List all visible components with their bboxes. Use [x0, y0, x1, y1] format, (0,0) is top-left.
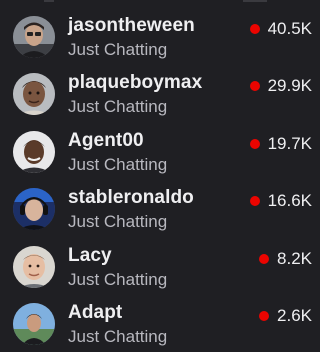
avatar-photo-icon: [13, 130, 55, 173]
live-dot-icon: [259, 310, 270, 321]
viewer-count: 29.9K: [249, 76, 312, 96]
avatar[interactable]: [13, 16, 55, 58]
channel-row-stableronaldo[interactable]: stableronaldo Just Chatting 16.6K: [0, 180, 319, 237]
viewer-count-value: 40.5K: [267, 19, 312, 38]
previous-item-fragment: [44, 0, 54, 2]
channel-row-lacy[interactable]: Lacy Just Chatting 8.2K: [0, 238, 319, 295]
avatar-photo-icon: [13, 188, 55, 231]
viewer-count-value: 16.6K: [267, 191, 312, 211]
live-dot-icon: [249, 196, 260, 207]
channel-name[interactable]: stableronaldo: [68, 187, 194, 209]
channel-name[interactable]: Agent00: [68, 130, 144, 152]
live-dot-icon: [249, 81, 260, 92]
channel-name[interactable]: plaqueboymax: [68, 72, 202, 94]
viewer-count: 2.6K: [259, 306, 312, 326]
channel-row-jasontheween[interactable]: jasontheween Just Chatting 40.5K: [0, 8, 319, 65]
viewer-count: 8.2K: [259, 249, 312, 269]
viewer-count-value: 29.9K: [267, 76, 312, 96]
channel-name[interactable]: Adapt: [68, 302, 122, 324]
avatar[interactable]: [13, 302, 55, 345]
live-channel-list: jasontheween Just Chatting 40.5K plaqueb…: [0, 8, 319, 352]
avatar[interactable]: [13, 245, 55, 288]
viewer-count-value: 8.2K: [277, 248, 312, 268]
channel-category[interactable]: Just Chatting: [68, 97, 167, 117]
avatar-photo-icon: [13, 302, 55, 345]
viewer-count: 16.6K: [249, 191, 312, 211]
live-dot-icon: [259, 253, 270, 264]
viewer-count: 19.7K: [249, 133, 312, 154]
live-dot-icon: [249, 138, 260, 149]
channel-row-plaqueboymax[interactable]: plaqueboymax Just Chatting 29.9K: [0, 65, 319, 122]
channel-row-agent00[interactable]: Agent00 Just Chatting 19.7K: [0, 123, 319, 180]
previous-item-edge: [0, 0, 319, 4]
avatar[interactable]: [13, 73, 55, 116]
viewer-count-value: 2.6K: [277, 305, 312, 325]
channel-category[interactable]: Just Chatting: [68, 40, 167, 60]
channel-category[interactable]: Just Chatting: [68, 327, 167, 347]
avatar-photo-icon: [13, 16, 55, 58]
channel-category[interactable]: Just Chatting: [68, 212, 167, 232]
channel-category[interactable]: Just Chatting: [68, 155, 167, 175]
viewer-count: 40.5K: [249, 19, 312, 39]
viewer-count-value: 19.7K: [267, 133, 312, 153]
avatar[interactable]: [13, 130, 55, 173]
channel-name[interactable]: Lacy: [68, 245, 112, 267]
live-dot-icon: [249, 24, 260, 34]
avatar[interactable]: [13, 188, 55, 231]
channel-category[interactable]: Just Chatting: [68, 270, 167, 290]
channel-row-adapt[interactable]: Adapt Just Chatting 2.6K: [0, 295, 319, 352]
avatar-photo-icon: [13, 245, 55, 288]
previous-item-fragment: [243, 0, 267, 2]
avatar-photo-icon: [13, 73, 55, 116]
channel-name[interactable]: jasontheween: [68, 15, 195, 37]
